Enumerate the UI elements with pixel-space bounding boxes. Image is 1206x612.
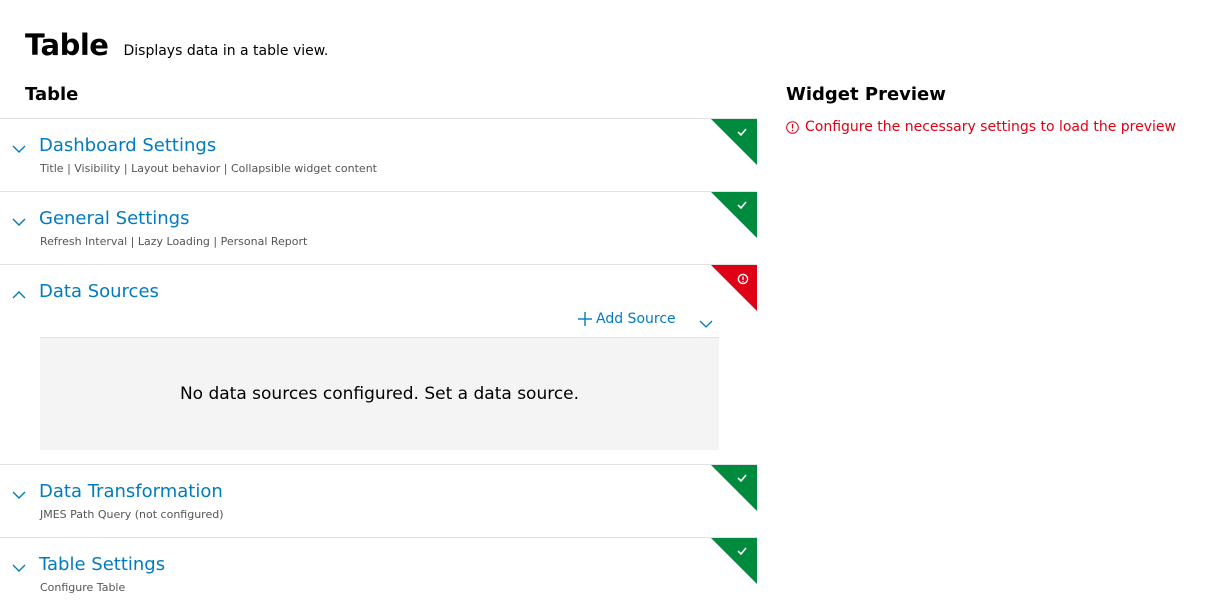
section-data-sources: Data Sources Add Source No data sources	[0, 264, 757, 450]
alert-icon	[711, 265, 757, 311]
section-title[interactable]: Data Sources	[39, 281, 159, 302]
chevron-down-icon[interactable]	[11, 141, 27, 157]
add-source-row: Add Source	[0, 311, 757, 337]
section-general-settings: General Settings Refresh Interval | Lazy…	[0, 191, 757, 264]
chevron-down-icon[interactable]	[11, 560, 27, 576]
checkmark-icon	[711, 119, 757, 165]
section-table-settings: Table Settings Configure Table	[0, 537, 757, 610]
empty-data-sources-panel: No data sources configured. Set a data s…	[40, 337, 719, 450]
preview-message-text: Configure the necessary settings to load…	[805, 119, 1176, 135]
section-data-transformation: Data Transformation JMES Path Query (not…	[0, 464, 757, 537]
checkmark-icon	[711, 538, 757, 584]
section-header-dashboard-settings[interactable]: Dashboard Settings Title | Visibility | …	[0, 119, 757, 191]
section-subtitle: Refresh Interval | Lazy Loading | Person…	[40, 235, 308, 248]
section-subtitle: JMES Path Query (not configured)	[40, 508, 224, 521]
section-dashboard-settings: Dashboard Settings Title | Visibility | …	[0, 118, 757, 191]
section-header-general-settings[interactable]: General Settings Refresh Interval | Lazy…	[0, 192, 757, 264]
checkmark-icon	[711, 465, 757, 511]
widget-preview-heading: Widget Preview	[786, 84, 946, 105]
page-header: Table Displays data in a table view.	[25, 28, 328, 62]
chevron-down-icon[interactable]	[11, 487, 27, 503]
alert-circle-icon	[786, 120, 799, 134]
config-heading: Table	[25, 84, 79, 105]
settings-accordion: Dashboard Settings Title | Visibility | …	[0, 118, 757, 610]
page-title: Table	[25, 28, 109, 62]
section-header-data-transformation[interactable]: Data Transformation JMES Path Query (not…	[0, 465, 757, 537]
section-header-data-sources[interactable]: Data Sources	[0, 265, 757, 311]
chevron-down-icon[interactable]	[699, 317, 713, 331]
chevron-up-icon[interactable]	[11, 287, 27, 303]
preview-error-message: Configure the necessary settings to load…	[786, 119, 1176, 135]
chevron-down-icon[interactable]	[11, 214, 27, 230]
empty-state-message: No data sources configured. Set a data s…	[179, 384, 580, 404]
section-subtitle: Configure Table	[40, 581, 126, 594]
checkmark-icon	[711, 192, 757, 238]
section-title[interactable]: Dashboard Settings	[39, 135, 216, 156]
plus-icon	[578, 312, 592, 326]
add-source-button[interactable]: Add Source	[577, 311, 676, 327]
section-title[interactable]: General Settings	[39, 208, 190, 229]
section-subtitle: Title | Visibility | Layout behavior | C…	[40, 162, 377, 175]
section-header-table-settings[interactable]: Table Settings Configure Table	[0, 538, 757, 610]
section-title[interactable]: Data Transformation	[39, 481, 223, 502]
page-description: Displays data in a table view.	[123, 43, 329, 59]
section-title[interactable]: Table Settings	[39, 554, 165, 575]
add-source-label: Add Source	[596, 311, 676, 327]
